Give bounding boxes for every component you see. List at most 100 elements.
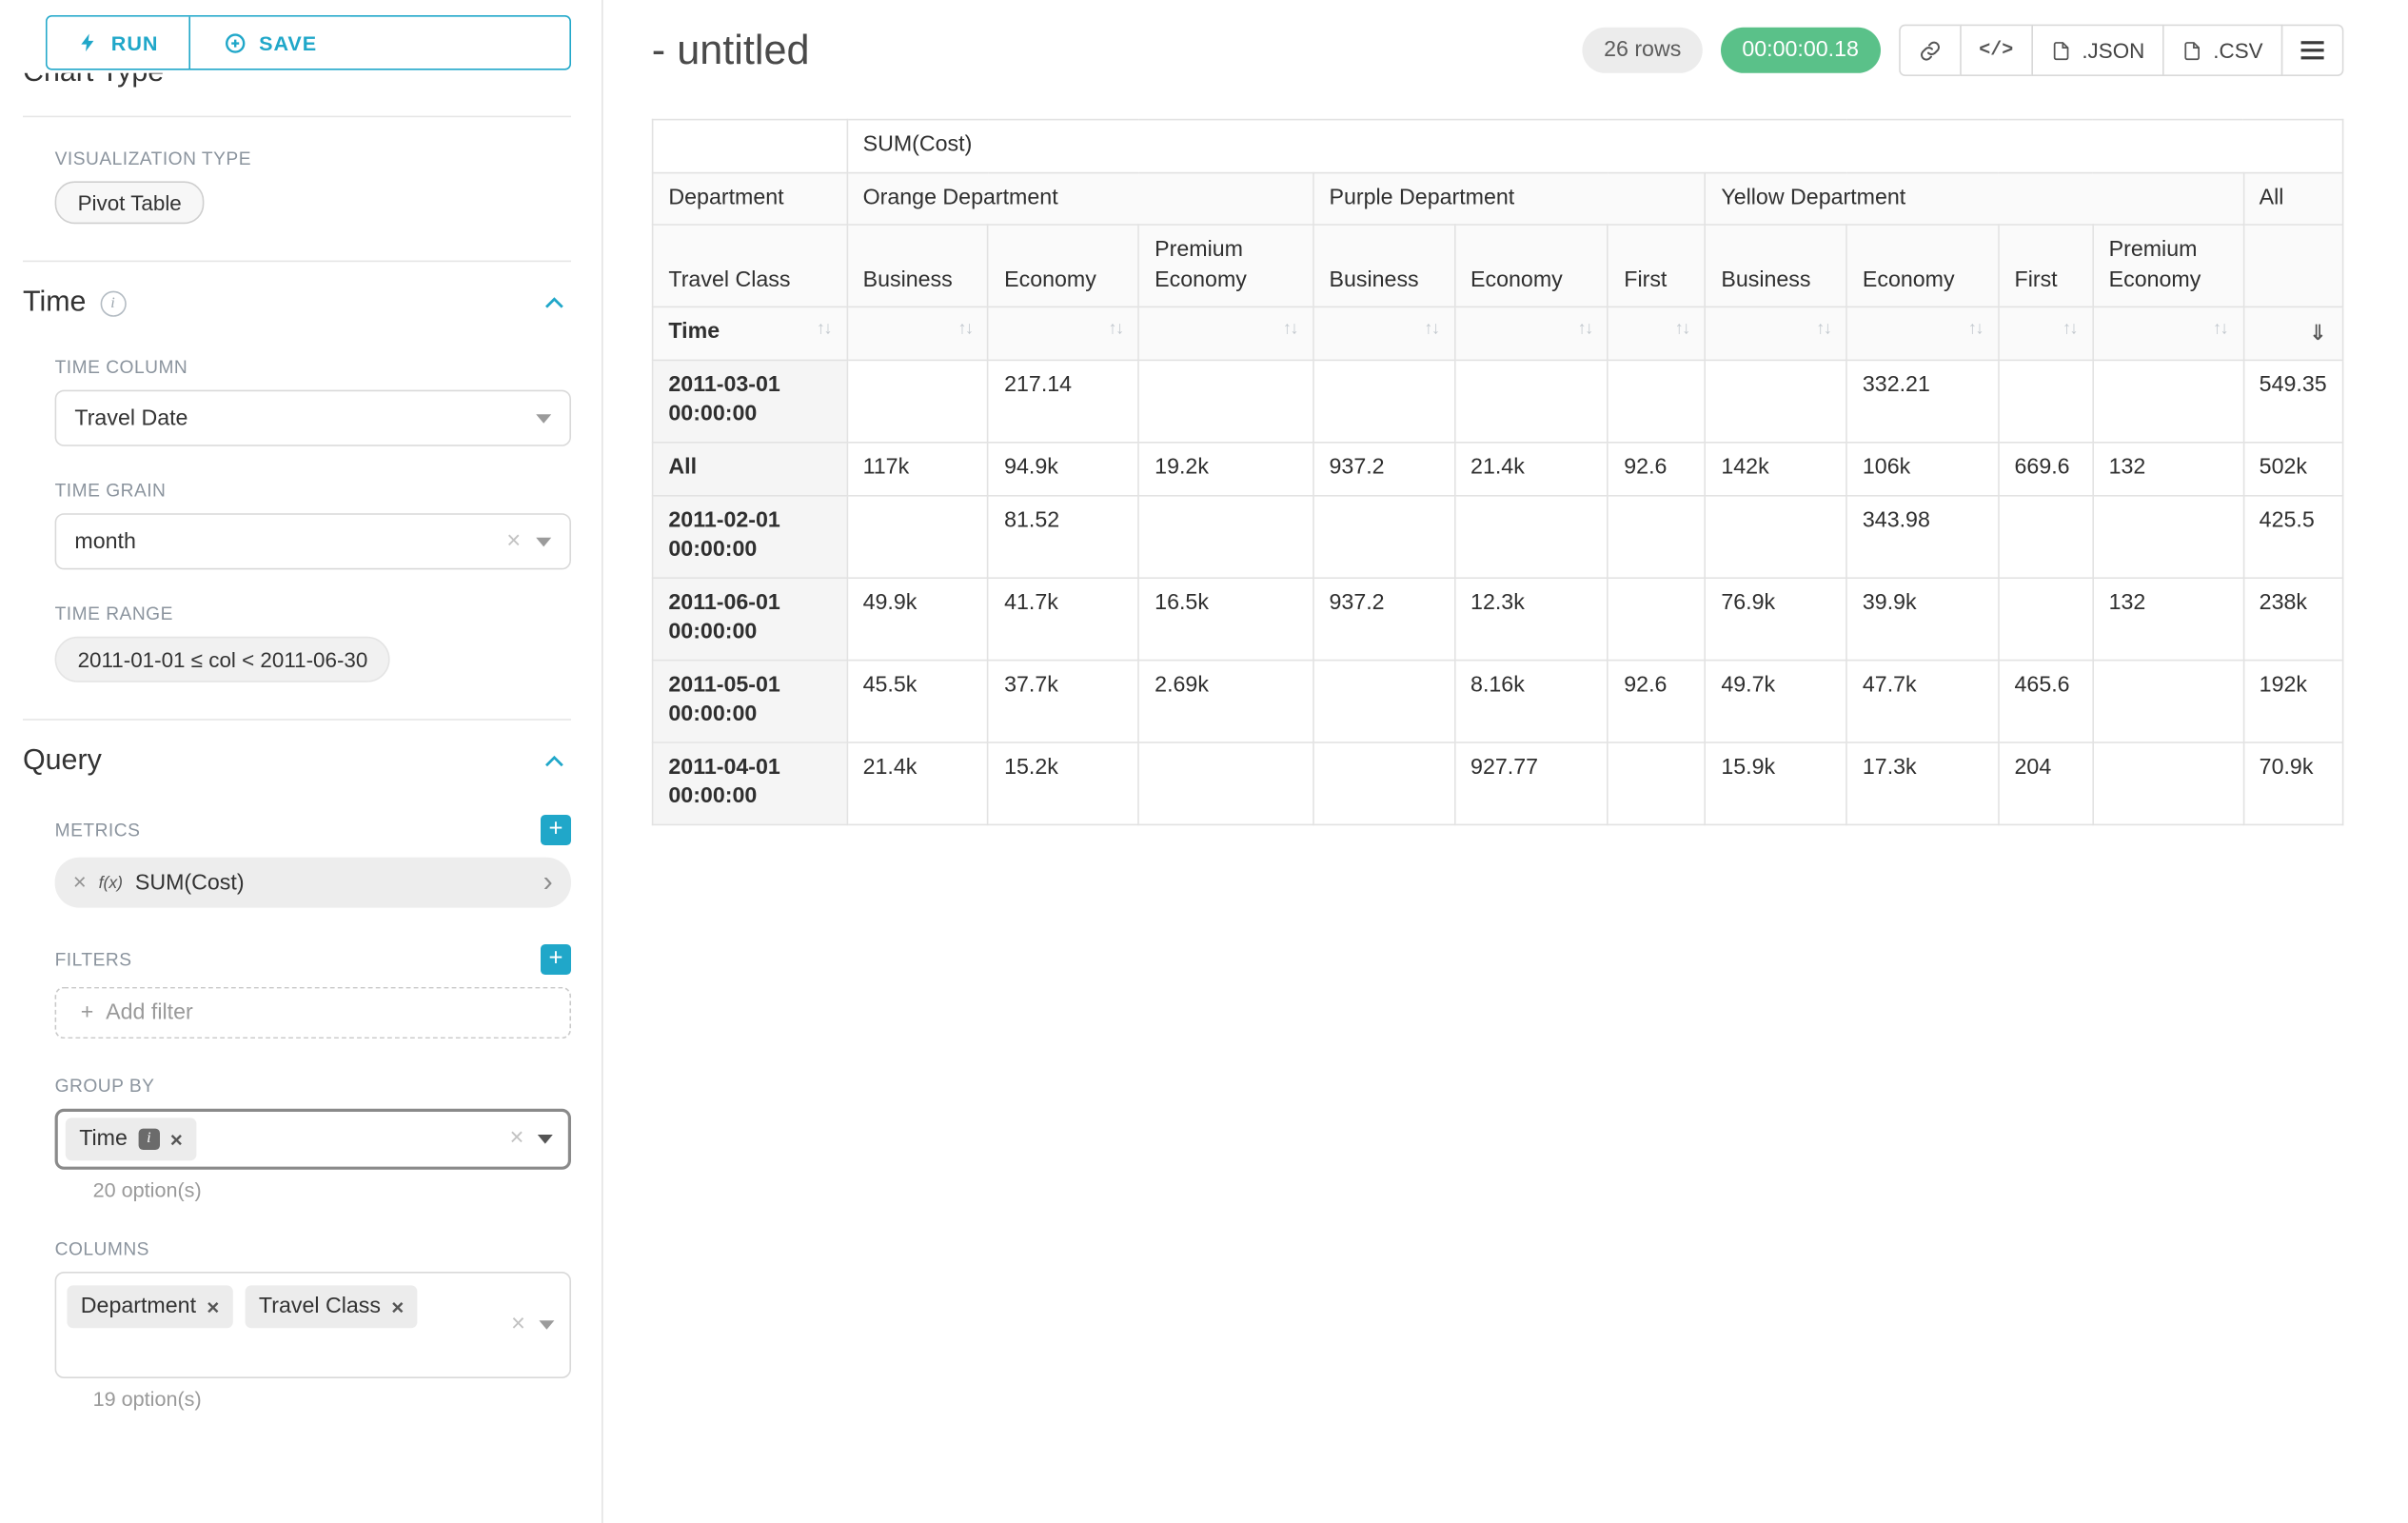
selected-option-tag[interactable]: Timei× xyxy=(66,1118,196,1160)
group-by-select[interactable]: Timei× × xyxy=(55,1109,571,1170)
add-filter-field[interactable]: + Add filter xyxy=(55,987,571,1038)
pivot-value-cell: 12.3k xyxy=(1454,578,1608,661)
sort-icon[interactable]: ↑↓ xyxy=(817,319,831,343)
pivot-value-cell: 15.9k xyxy=(1706,742,1847,825)
run-button[interactable]: RUN xyxy=(48,17,191,69)
export-csv-button[interactable]: .CSV xyxy=(2163,25,2283,76)
column-header-cell: Economy xyxy=(1846,225,1999,307)
sort-icon[interactable]: ↑↓ xyxy=(2213,319,2227,343)
add-metric-button[interactable]: + xyxy=(541,815,571,845)
sort-icon[interactable]: ↑↓ xyxy=(1675,319,1689,343)
remove-metric-icon[interactable]: × xyxy=(73,870,87,896)
plus-icon: + xyxy=(81,1000,94,1025)
sort-icon[interactable]: ↑↓ xyxy=(1424,319,1438,343)
pivot-value-cell: 549.35 xyxy=(2243,360,2343,443)
time-range-pill[interactable]: 2011-01-01 ≤ col < 2011-06-30 xyxy=(55,637,391,682)
pivot-value-cell: 937.2 xyxy=(1313,443,1455,495)
pivot-value-cell: 927.77 xyxy=(1454,742,1608,825)
add-filter-button[interactable]: + xyxy=(541,944,571,975)
section-divider xyxy=(23,261,571,263)
pivot-value-cell: 94.9k xyxy=(988,443,1138,495)
column-header-cell: Business xyxy=(1313,225,1455,307)
section-divider xyxy=(23,116,571,118)
column-dimension-cell: Travel Class xyxy=(653,225,847,307)
pivot-value-cell xyxy=(1138,495,1313,578)
sort-header-cell[interactable]: ↑↓ xyxy=(988,307,1138,360)
pivot-value-cell: 19.2k xyxy=(1138,443,1313,495)
sort-header-cell[interactable]: ↑↓ xyxy=(1138,307,1313,360)
time-column-select[interactable]: Travel Date xyxy=(55,390,571,446)
visualization-type-pill[interactable]: Pivot Table xyxy=(55,181,205,224)
share-link-button[interactable] xyxy=(1899,25,1962,76)
clear-icon[interactable]: × xyxy=(509,1127,523,1152)
sort-header-cell[interactable]: ↑↓ xyxy=(2093,307,2243,360)
sort-icon[interactable]: ↑↓ xyxy=(1577,319,1591,343)
sort-header-cell[interactable]: ↑↓ xyxy=(847,307,989,360)
pivot-value-cell: 502k xyxy=(2243,443,2343,495)
sort-icon[interactable]: ↑↓ xyxy=(2063,319,2077,343)
clear-icon[interactable]: × xyxy=(506,529,521,554)
caret-down-icon[interactable] xyxy=(538,1135,553,1144)
selected-option-tag[interactable]: Travel Class× xyxy=(246,1285,418,1328)
file-icon xyxy=(2182,39,2202,62)
sort-header-cell[interactable]: ↑↓ xyxy=(1846,307,1999,360)
info-icon[interactable]: i xyxy=(100,290,126,316)
sort-icon[interactable]: ↑↓ xyxy=(1283,319,1297,343)
sort-icon[interactable]: ↑↓ xyxy=(1108,319,1122,343)
pivot-row-label: 2011-04-01 00:00:00 xyxy=(653,742,847,825)
chart-title[interactable]: - untitled xyxy=(652,27,810,74)
pivot-value-cell xyxy=(1706,495,1847,578)
chevron-up-icon[interactable] xyxy=(535,73,556,75)
info-icon[interactable]: i xyxy=(138,1129,159,1150)
time-header-cell[interactable]: Time ↑↓ xyxy=(653,307,847,360)
export-json-button[interactable]: .JSON xyxy=(2032,25,2165,76)
pivot-value-cell xyxy=(2093,495,2243,578)
column-header-cell: Economy xyxy=(1454,225,1608,307)
pivot-value-cell: 204 xyxy=(1999,742,2093,825)
pivot-value-cell: 8.16k xyxy=(1454,660,1608,742)
metric-pill[interactable]: × f(x) SUM(Cost) › xyxy=(55,858,571,908)
columns-select[interactable]: Department× Travel Class× × xyxy=(55,1272,571,1378)
sort-header-cell[interactable]: ⇓ xyxy=(2243,307,2343,360)
sort-header-cell[interactable]: ↑↓ xyxy=(1999,307,2093,360)
sort-desc-icon[interactable]: ⇓ xyxy=(2309,319,2327,347)
pivot-value-cell: 669.6 xyxy=(1999,443,2093,495)
filters-label: FILTERS xyxy=(55,949,132,970)
pivot-row-label: 2011-05-01 00:00:00 xyxy=(653,660,847,742)
pivot-value-cell: 49.7k xyxy=(1706,660,1847,742)
sort-icon[interactable]: ↑↓ xyxy=(1968,319,1983,343)
caret-right-icon[interactable]: › xyxy=(543,868,553,897)
sort-header-cell[interactable]: ↑↓ xyxy=(1608,307,1705,360)
chevron-up-icon[interactable] xyxy=(543,754,564,769)
time-label: Time xyxy=(668,320,720,345)
selected-option-tag[interactable]: Department× xyxy=(67,1285,232,1328)
query-section-header[interactable]: Query xyxy=(23,744,571,778)
sort-icon[interactable]: ↑↓ xyxy=(957,319,972,343)
pivot-value-cell xyxy=(1138,742,1313,825)
caret-down-icon[interactable] xyxy=(539,1320,554,1330)
embed-code-button[interactable]: </> xyxy=(1960,25,2034,76)
time-grain-select[interactable]: month × xyxy=(55,513,571,569)
visualization-type-label: VISUALIZATION TYPE xyxy=(55,148,571,168)
more-options-button[interactable] xyxy=(2281,25,2344,76)
chevron-up-icon[interactable] xyxy=(543,295,564,310)
pivot-row-label: 2011-03-01 00:00:00 xyxy=(653,360,847,443)
pivot-value-cell: 465.6 xyxy=(1999,660,2093,742)
remove-tag-icon[interactable]: × xyxy=(207,1296,219,1317)
pivot-value-cell: 92.6 xyxy=(1608,660,1705,742)
remove-tag-icon[interactable]: × xyxy=(170,1129,183,1150)
clear-icon[interactable]: × xyxy=(511,1313,525,1337)
chart-type-heading: Chart Type xyxy=(23,73,164,90)
pivot-value-cell xyxy=(1608,360,1705,443)
sort-header-cell[interactable]: ↑↓ xyxy=(1454,307,1608,360)
remove-tag-icon[interactable]: × xyxy=(391,1296,404,1317)
pivot-value-cell: 45.5k xyxy=(847,660,989,742)
pivot-value-cell: 47.7k xyxy=(1846,660,1999,742)
sort-icon[interactable]: ↑↓ xyxy=(1816,319,1830,343)
row-dimension-cell: Department xyxy=(653,172,847,225)
save-button[interactable]: SAVE xyxy=(190,17,350,69)
sort-header-cell[interactable]: ↑↓ xyxy=(1706,307,1847,360)
time-section-header[interactable]: Time i xyxy=(23,287,571,320)
metrics-label: METRICS xyxy=(55,820,141,841)
sort-header-cell[interactable]: ↑↓ xyxy=(1313,307,1455,360)
